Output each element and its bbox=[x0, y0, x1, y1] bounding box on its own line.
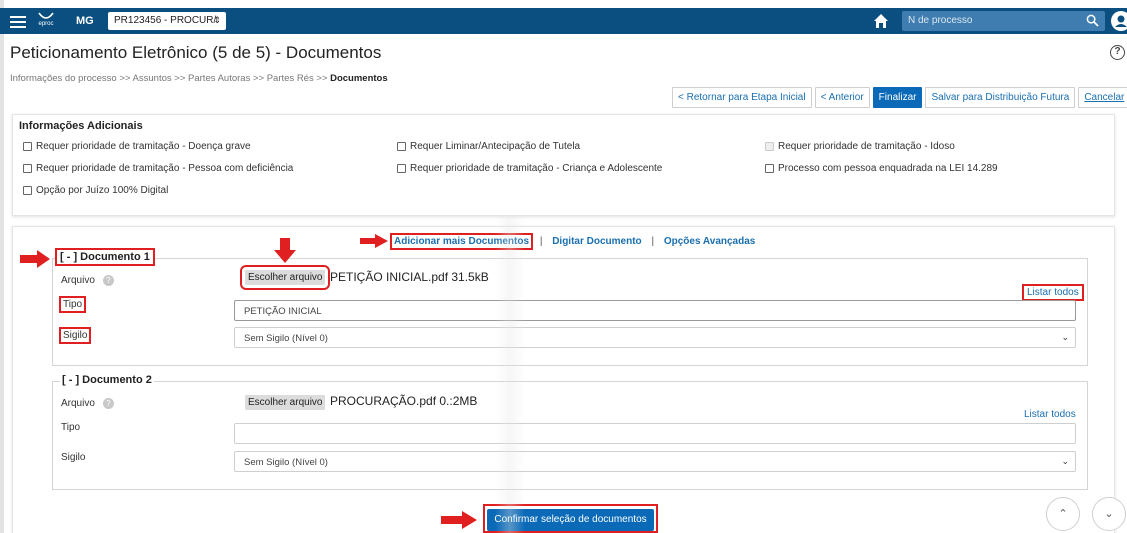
file-name: PETIÇÃO INICIAL.pdf 31.5kB bbox=[330, 270, 489, 284]
checkbox-box[interactable] bbox=[397, 164, 406, 173]
file-label-text: Arquivo bbox=[61, 398, 95, 410]
checkbox-law-14289[interactable]: Processo com pessoa enquadrada na LEI 14… bbox=[765, 163, 998, 174]
checkbox-label: Requer prioridade de tramitação - Pessoa… bbox=[36, 163, 294, 174]
document-1-fieldset: [ - ] Documento 1 Arquivo? Escolher arqu… bbox=[52, 248, 1088, 366]
back-to-initial-button[interactable]: < Retornar para Etapa Inicial bbox=[672, 87, 812, 108]
chevron-up-icon: ⌃ bbox=[1058, 508, 1068, 520]
type-label: Tipo bbox=[58, 296, 87, 313]
checkbox-disability[interactable]: Requer prioridade de tramitação - Pessoa… bbox=[23, 163, 293, 174]
breadcrumb: Informações do processo >> Assuntos >> P… bbox=[10, 73, 388, 84]
advanced-options-link[interactable]: Opções Avançadas bbox=[664, 236, 756, 247]
red-arrow-right-icon bbox=[441, 511, 477, 529]
breadcrumb-separator: >> bbox=[174, 73, 186, 84]
search-icon[interactable] bbox=[1086, 14, 1099, 27]
secrecy-select-value: Sem Sigilo (Nível 0) bbox=[244, 457, 328, 468]
document-2-fieldset: [ - ] Documento 2 Arquivo? Escolher arqu… bbox=[52, 374, 1088, 490]
page-title: Peticionamento Eletrônico (5 de 5) - Doc… bbox=[10, 43, 382, 62]
secrecy-select[interactable]: Sem Sigilo (Nível 0) ⌄ bbox=[234, 327, 1076, 348]
scroll-down-button[interactable]: ⌄ bbox=[1092, 497, 1126, 531]
breadcrumb-separator: >> bbox=[316, 73, 328, 84]
file-name: PROCURAÇÃO.pdf 0.:2MB bbox=[330, 394, 478, 408]
process-select[interactable]: PR123456 - PROCUR/ ⇕ bbox=[108, 12, 226, 30]
document-2-legend[interactable]: [ - ] Documento 2 bbox=[60, 374, 154, 386]
red-arrow-down-icon bbox=[274, 238, 296, 263]
chevron-down-icon: ⌄ bbox=[1061, 332, 1069, 342]
checkbox-label: Opção por Juízo 100% Digital bbox=[36, 185, 169, 196]
checkbox-box[interactable] bbox=[765, 164, 774, 173]
logo-text: eproc bbox=[38, 21, 54, 27]
breadcrumb-item[interactable]: Partes Autoras bbox=[188, 73, 250, 84]
save-future-button[interactable]: Salvar para Distribuição Futura bbox=[925, 87, 1076, 108]
breadcrumb-separator: >> bbox=[252, 73, 265, 84]
help-icon[interactable]: ? bbox=[1110, 45, 1125, 60]
checkbox-box[interactable] bbox=[397, 142, 406, 151]
chevron-down-icon: ⌄ bbox=[1104, 508, 1114, 520]
help-question-icon[interactable]: ? bbox=[102, 275, 114, 286]
file-label-text: Arquivo bbox=[61, 275, 95, 287]
cancel-button[interactable]: Cancelar bbox=[1078, 87, 1127, 108]
file-label: Arquivo? bbox=[61, 398, 114, 409]
checkbox-label: Requer prioridade de tramitação - Doença… bbox=[36, 141, 251, 152]
chevron-down-icon: ⌄ bbox=[1061, 456, 1069, 466]
breadcrumb-item[interactable]: Assuntos bbox=[133, 73, 172, 84]
type-input[interactable] bbox=[234, 423, 1076, 444]
choose-file-button[interactable]: Escolher arquivo bbox=[239, 265, 331, 290]
checkbox-serious-illness[interactable]: Requer prioridade de tramitação - Doença… bbox=[23, 141, 251, 152]
type-document-link[interactable]: Digitar Documento bbox=[552, 236, 641, 247]
finish-button[interactable]: Finalizar bbox=[872, 87, 923, 108]
left-edge-strip bbox=[0, 0, 4, 533]
eproc-logo: eproc bbox=[34, 11, 58, 31]
red-arrow-right-icon bbox=[20, 250, 50, 268]
process-select-value: PR123456 - PROCUR/ bbox=[114, 15, 217, 26]
breadcrumb-item[interactable]: Informações do processo bbox=[10, 73, 117, 84]
user-avatar-icon[interactable] bbox=[1111, 11, 1127, 31]
action-bar: < Retornar para Etapa Inicial < Anterior… bbox=[672, 87, 1127, 108]
checkbox-elderly[interactable]: Requer prioridade de tramitação - Idoso bbox=[765, 141, 955, 152]
breadcrumb-item[interactable]: Partes Rés bbox=[267, 73, 314, 84]
checkbox-100-digital[interactable]: Opção por Juízo 100% Digital bbox=[23, 185, 168, 196]
document-1-legend[interactable]: [ - ] Documento 1 bbox=[55, 248, 155, 266]
checkbox-box[interactable] bbox=[765, 142, 774, 151]
type-label: Tipo bbox=[61, 422, 81, 433]
list-all-link[interactable]: Listar todos bbox=[1022, 284, 1084, 301]
select-arrows-icon: ⇕ bbox=[213, 15, 221, 25]
type-input[interactable]: PETIÇÃO INICIAL bbox=[234, 300, 1076, 321]
checkbox-box[interactable] bbox=[23, 142, 32, 151]
add-more-documents-link[interactable]: Adicionar mais Documentos bbox=[389, 233, 534, 250]
link-separator: | bbox=[539, 236, 543, 247]
logo-mark-icon bbox=[38, 12, 54, 19]
additional-info-legend: Informações Adicionais bbox=[19, 120, 143, 132]
menu-icon[interactable] bbox=[10, 13, 26, 29]
checkbox-box[interactable] bbox=[23, 164, 32, 173]
choose-file-button[interactable]: Escolher arquivo bbox=[245, 395, 326, 410]
secrecy-select-value: Sem Sigilo (Nível 0) bbox=[244, 333, 328, 344]
checkbox-injunction[interactable]: Requer Liminar/Antecipação de Tutela bbox=[397, 141, 580, 152]
secrecy-label: Sigilo bbox=[61, 452, 86, 463]
process-search-input[interactable]: N de processo bbox=[902, 11, 1105, 31]
secrecy-label: Sigilo bbox=[58, 327, 92, 344]
checkbox-label: Processo com pessoa enquadrada na LEI 14… bbox=[778, 163, 998, 174]
documents-links: Adicionar mais Documentos | Digitar Docu… bbox=[389, 233, 756, 250]
help-question-icon[interactable]: ? bbox=[102, 398, 114, 409]
link-separator: | bbox=[651, 236, 655, 247]
top-bar: eproc MG PR123456 - PROCUR/ ⇕ N de proce… bbox=[0, 8, 1127, 34]
checkbox-label: Requer prioridade de tramitação - Crianç… bbox=[410, 163, 663, 174]
checkbox-child[interactable]: Requer prioridade de tramitação - Crianç… bbox=[397, 163, 662, 174]
list-all-link[interactable]: Listar todos bbox=[1024, 409, 1076, 420]
home-icon[interactable] bbox=[873, 13, 889, 29]
confirm-selection-button[interactable]: Confirmar seleção de documentos bbox=[487, 509, 654, 531]
checkbox-label: Requer prioridade de tramitação - Idoso bbox=[778, 141, 955, 152]
state-label: MG bbox=[76, 15, 94, 27]
breadcrumb-separator: >> bbox=[119, 73, 131, 84]
checkbox-box[interactable] bbox=[23, 186, 32, 195]
file-label: Arquivo? bbox=[61, 275, 114, 286]
search-placeholder: N de processo bbox=[908, 15, 973, 26]
red-arrow-right-icon bbox=[360, 234, 388, 248]
scroll-up-button[interactable]: ⌃ bbox=[1046, 497, 1080, 531]
previous-button[interactable]: < Anterior bbox=[814, 87, 870, 108]
checkbox-label: Requer Liminar/Antecipação de Tutela bbox=[410, 141, 581, 152]
secrecy-select[interactable]: Sem Sigilo (Nível 0) ⌄ bbox=[234, 451, 1076, 472]
additional-info-panel: Informações Adicionais Requer prioridade… bbox=[12, 114, 1115, 216]
breadcrumb-current: Documentos bbox=[330, 73, 388, 84]
